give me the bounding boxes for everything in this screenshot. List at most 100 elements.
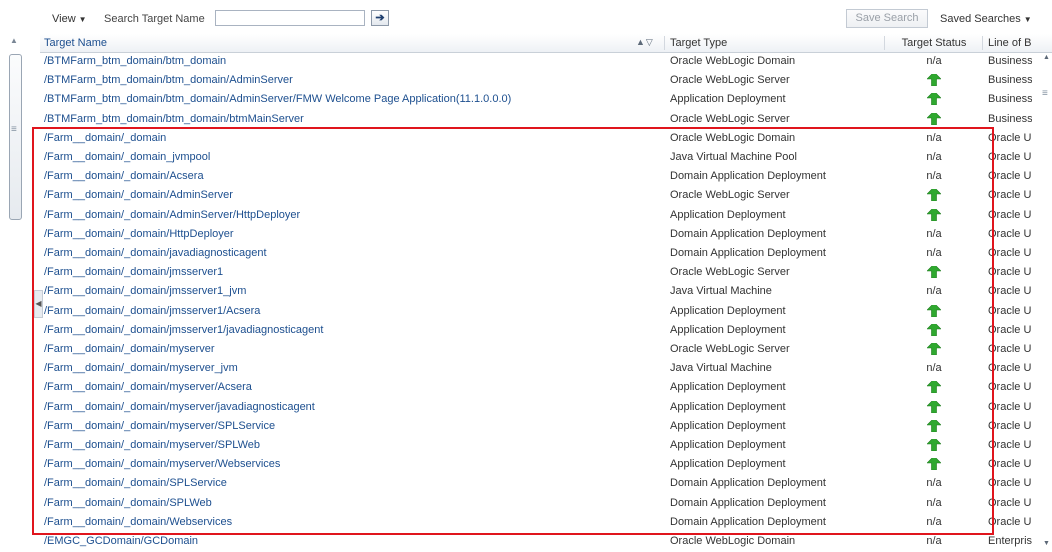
- table-row[interactable]: /Farm__domain/_domain/myserver Oracle Web…: [40, 340, 1052, 359]
- target-name-link[interactable]: /Farm__domain/_domain/Webservices: [44, 516, 664, 528]
- search-input[interactable]: [215, 10, 365, 26]
- table-row[interactable]: /Farm__domain/_domain/myserver/SPLWeb App…: [40, 436, 1052, 455]
- target-type-cell: Application Deployment: [670, 381, 786, 394]
- target-name-link[interactable]: /Farm__domain/_domain: [44, 132, 664, 144]
- line-of-business-cell: Business: [988, 55, 1032, 67]
- target-name-link[interactable]: /Farm__domain/_domain/AdminServer: [44, 189, 664, 201]
- table-row[interactable]: /Farm__domain/_domain/AdminServer/HttpDe…: [40, 206, 1052, 225]
- target-name-link[interactable]: /Farm__domain/_domain/jmsserver1_jvm: [44, 285, 664, 297]
- chevron-down-icon: ▼: [78, 15, 87, 24]
- status-text: n/a: [926, 362, 942, 375]
- column-header-target-type[interactable]: Target Type: [670, 37, 880, 49]
- sort-icon[interactable]: ▲▽: [636, 37, 654, 48]
- column-header-target-name[interactable]: Target Name: [44, 37, 664, 49]
- target-type-cell: Application Deployment: [670, 458, 786, 471]
- line-of-business-cell: Oracle U: [988, 419, 1032, 432]
- scroll-up-icon[interactable]: ▲: [1043, 54, 1050, 61]
- left-scrollbar[interactable]: ▲ ≡: [8, 32, 22, 552]
- target-name-link[interactable]: /BTMFarm_btm_domain/btm_domain: [44, 55, 664, 67]
- table-row[interactable]: /Farm__domain/_domain/myserver/SPLServic…: [40, 417, 1052, 436]
- table-row[interactable]: /Farm__domain/_domain/myserver/Acsera App…: [40, 378, 1052, 397]
- table-row[interactable]: /Farm__domain/_domain Oracle WebLogic Dom…: [40, 129, 1052, 148]
- green-up-arrow-icon: [927, 400, 941, 413]
- table-row[interactable]: /Farm__domain/_domain/HttpDeployer Domain…: [40, 225, 1052, 244]
- line-of-business-cell: Oracle U: [988, 131, 1032, 144]
- target-name-link[interactable]: /Farm__domain/_domain/jmsserver1/Acsera: [44, 305, 664, 317]
- line-of-business-cell: Oracle U: [988, 151, 1032, 163]
- target-name-link[interactable]: /Farm__domain/_domain/myserver/Webservic…: [44, 458, 664, 470]
- target-name-link[interactable]: /EMGC_GCDomain/GCDomain: [44, 535, 664, 547]
- column-divider[interactable]: [884, 36, 885, 50]
- table-row[interactable]: /Farm__domain/_domain/myserver/javadiagn…: [40, 398, 1052, 417]
- green-up-arrow-icon: [927, 419, 941, 432]
- table-row[interactable]: /Farm__domain/_domain/jmsserver1/Acsera A…: [40, 302, 1052, 321]
- table-row[interactable]: /Farm__domain/_domain/SPLWeb Domain Appli…: [40, 494, 1052, 513]
- table-row[interactable]: /Farm__domain/_domain/AdminServer Oracle …: [40, 186, 1052, 205]
- target-name-link[interactable]: /Farm__domain/_domain_jvmpool: [44, 151, 664, 163]
- target-type-cell: Application Deployment: [670, 419, 786, 432]
- target-name-link[interactable]: /BTMFarm_btm_domain/btm_domain/btmMainSe…: [44, 113, 664, 125]
- target-type-cell: Oracle WebLogic Domain: [670, 535, 796, 547]
- table-row[interactable]: /Farm__domain/_domain/Acsera Domain Appli…: [40, 167, 1052, 186]
- status-text: n/a: [926, 170, 942, 183]
- table-row[interactable]: /Farm__domain/_domain/SPLService Domain A…: [40, 474, 1052, 493]
- target-name-link[interactable]: /Farm__domain/_domain/jmsserver1/javadia…: [44, 324, 664, 336]
- left-panel: ▲ ≡: [0, 0, 28, 552]
- target-type-cell: Application Deployment: [670, 400, 786, 413]
- table-row[interactable]: /EMGC_GCDomain/GCDomain Oracle WebLogic D…: [40, 532, 1052, 551]
- target-name-link[interactable]: /Farm__domain/_domain/myserver/SPLWeb: [44, 439, 664, 451]
- target-name-link[interactable]: /Farm__domain/_domain/myserver_jvm: [44, 362, 664, 374]
- target-name-link[interactable]: /Farm__domain/_domain/myserver/javadiagn…: [44, 401, 664, 413]
- green-up-arrow-icon: [927, 93, 941, 106]
- target-name-link[interactable]: /Farm__domain/_domain/SPLWeb: [44, 497, 664, 509]
- view-menu[interactable]: View ▼: [52, 13, 87, 25]
- target-name-link[interactable]: /Farm__domain/_domain/AdminServer/HttpDe…: [44, 209, 664, 221]
- save-search-button[interactable]: Save Search: [846, 9, 928, 28]
- green-up-arrow-icon: [927, 458, 941, 471]
- target-type-cell: Application Deployment: [670, 304, 786, 317]
- line-of-business-cell: Oracle U: [988, 381, 1032, 394]
- line-of-business-cell: Oracle U: [988, 362, 1032, 375]
- target-name-link[interactable]: /Farm__domain/_domain/jmsserver1: [44, 266, 664, 278]
- table-row[interactable]: /Farm__domain/_domain/javadiagnosticagen…: [40, 244, 1052, 263]
- column-divider[interactable]: [982, 36, 983, 50]
- target-name-link[interactable]: /Farm__domain/_domain/myserver: [44, 343, 664, 355]
- green-up-arrow-icon: [927, 74, 941, 87]
- status-up-icon: [890, 74, 978, 89]
- target-name-link[interactable]: /Farm__domain/_domain/myserver/SPLServic…: [44, 420, 664, 432]
- status-up-icon: [890, 304, 978, 320]
- table-row[interactable]: /Farm__domain/_domain_jvmpool Java Virtua…: [40, 148, 1052, 167]
- target-name-link[interactable]: /Farm__domain/_domain/Acsera: [44, 170, 664, 182]
- table-row[interactable]: /Farm__domain/_domain/jmsserver1_jvm Java…: [40, 282, 1052, 301]
- target-name-link[interactable]: /BTMFarm_btm_domain/btm_domain/AdminServ…: [44, 93, 664, 105]
- column-header-line-of-business[interactable]: Line of B: [988, 37, 1032, 49]
- target-name-link[interactable]: /BTMFarm_btm_domain/btm_domain/AdminServ…: [44, 74, 664, 86]
- scrollbar-thumb[interactable]: [9, 54, 22, 220]
- line-of-business-cell: Oracle U: [988, 323, 1032, 336]
- scroll-down-icon[interactable]: ▼: [1043, 540, 1050, 547]
- target-name-link[interactable]: /Farm__domain/_domain/SPLService: [44, 477, 664, 489]
- target-name-link[interactable]: /Farm__domain/_domain/javadiagnosticagen…: [44, 247, 664, 259]
- table-row[interactable]: /BTMFarm_btm_domain/btm_domain/btmMainSe…: [40, 110, 1052, 129]
- status-text: n/a: [926, 496, 942, 509]
- column-divider[interactable]: [664, 36, 665, 50]
- table-row[interactable]: /Farm__domain/_domain/jmsserver1 Oracle W…: [40, 263, 1052, 282]
- table-row[interactable]: /BTMFarm_btm_domain/btm_domain/AdminServ…: [40, 71, 1052, 90]
- table-row[interactable]: /Farm__domain/_domain/myserver/Webservic…: [40, 455, 1052, 474]
- table-row[interactable]: /Farm__domain/_domain/Webservices Domain …: [40, 513, 1052, 532]
- target-type-cell: Application Deployment: [670, 93, 786, 106]
- right-scrollbar[interactable]: ▲ ≡ ▼: [1040, 52, 1052, 552]
- table-row[interactable]: /Farm__domain/_domain/jmsserver1/javadia…: [40, 321, 1052, 340]
- search-go-button[interactable]: ➔: [371, 10, 389, 26]
- column-header-target-status[interactable]: Target Status: [890, 37, 978, 49]
- scroll-up-icon[interactable]: ▲: [10, 36, 18, 45]
- saved-searches-menu[interactable]: Saved Searches ▼: [940, 13, 1032, 25]
- target-name-link[interactable]: /Farm__domain/_domain/HttpDeployer: [44, 228, 664, 240]
- table-row[interactable]: /BTMFarm_btm_domain/btm_domain Oracle Web…: [40, 52, 1052, 71]
- line-of-business-cell: Oracle U: [988, 208, 1032, 221]
- table-row[interactable]: /Farm__domain/_domain/myserver_jvm Java V…: [40, 359, 1052, 378]
- status-text: n/a: [926, 55, 942, 67]
- target-name-link[interactable]: /Farm__domain/_domain/myserver/Acsera: [44, 381, 664, 393]
- table-row[interactable]: /BTMFarm_btm_domain/btm_domain/AdminServ…: [40, 90, 1052, 109]
- target-type-cell: Application Deployment: [670, 208, 786, 221]
